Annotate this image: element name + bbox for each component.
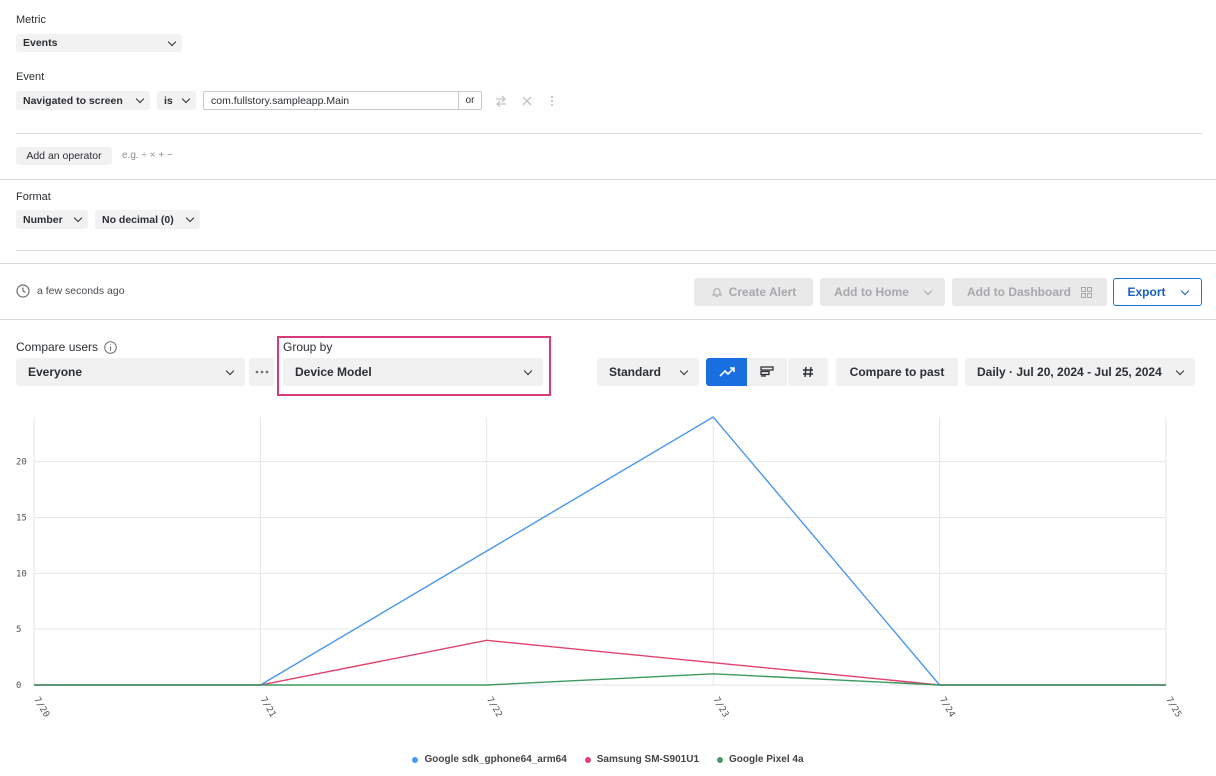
event-value-text: com.fullstory.sampleapp.Main <box>211 94 350 107</box>
legend-dot-icon <box>412 756 419 763</box>
event-label: Event <box>16 71 45 83</box>
group-by-label: Group by <box>283 340 333 354</box>
add-operator-button[interactable]: Add an operator <box>16 147 112 165</box>
y-tick-label: 15 <box>16 514 27 524</box>
chevron-down-icon <box>73 213 83 223</box>
legend-label: Google Pixel 4a <box>729 754 804 765</box>
bar-chart-icon <box>760 366 774 377</box>
line-chart: 0 5 10 15 20 7/20 7/21 7/22 7/23 7/24 7/25 <box>16 416 1183 720</box>
chevron-down-icon <box>923 286 933 295</box>
chevron-down-icon <box>181 94 191 104</box>
create-alert-button[interactable]: Create Alert <box>694 278 813 306</box>
x-tick-label: 7/25 <box>1163 696 1183 720</box>
series-line <box>34 639 1166 686</box>
swap-icon[interactable] <box>495 95 507 107</box>
date-range-select[interactable]: Daily · Jul 20, 2024 - Jul 25, 2024 <box>965 358 1195 386</box>
compare-to-past-button[interactable]: Compare to past <box>836 358 958 386</box>
series-line <box>34 673 1166 686</box>
export-label: Export <box>1127 285 1166 299</box>
add-to-home-button[interactable]: Add to Home <box>820 278 945 306</box>
format-decimals-value: No decimal (0) <box>102 213 174 226</box>
y-tick-label: 20 <box>16 458 27 468</box>
line-chart-toggle[interactable] <box>706 358 747 386</box>
format-type-value: Number <box>23 213 63 226</box>
x-tick-label: 7/21 <box>258 696 278 720</box>
format-decimals-select[interactable]: No decimal (0) <box>95 210 200 229</box>
legend-item[interactable]: Google sdk_gphone64_arm64 <box>412 754 567 765</box>
add-to-home-label: Add to Home <box>834 285 909 299</box>
compare-more-button[interactable] <box>249 358 274 386</box>
grid-icon <box>1081 286 1092 298</box>
chevron-down-icon <box>1180 286 1189 295</box>
y-tick-label: 10 <box>16 569 27 579</box>
compare-users-select[interactable]: Everyone <box>16 358 245 386</box>
updated-timestamp: a few seconds ago <box>37 285 125 297</box>
chevron-down-icon <box>1175 366 1185 375</box>
format-type-select[interactable]: Number <box>16 210 88 229</box>
event-value-input[interactable]: com.fullstory.sampleapp.Main <box>203 91 459 110</box>
or-button[interactable]: or <box>458 91 482 110</box>
legend-dot-icon <box>584 756 591 763</box>
x-tick-label: 7/22 <box>484 696 504 720</box>
series-line <box>34 416 1166 686</box>
more-vertical-icon[interactable] <box>549 95 555 107</box>
event-type-value: Navigated to screen <box>23 94 123 107</box>
more-horizontal-icon <box>255 370 268 374</box>
event-operator-select[interactable]: is <box>157 91 196 110</box>
chevron-down-icon <box>225 366 235 375</box>
divider <box>0 263 1216 264</box>
mode-value: Standard <box>609 365 662 379</box>
event-type-select[interactable]: Navigated to screen <box>16 91 150 110</box>
chevron-down-icon <box>135 94 145 104</box>
legend-item[interactable]: Google Pixel 4a <box>717 754 804 765</box>
operator-hint: e.g. ÷ × + − <box>122 150 173 161</box>
divider <box>0 319 1216 320</box>
legend-label: Samsung SM-S901U1 <box>596 754 700 765</box>
legend-item[interactable]: Samsung SM-S901U1 <box>584 754 700 765</box>
number-toggle[interactable] <box>788 358 828 386</box>
compare-users-label-row: Compare users <box>16 340 117 354</box>
metric-select[interactable]: Events <box>16 34 182 52</box>
y-tick-label: 0 <box>16 681 21 691</box>
chevron-down-icon <box>167 37 177 46</box>
date-range-value: Daily · Jul 20, 2024 - Jul 25, 2024 <box>977 365 1162 379</box>
add-operator-label: Add an operator <box>26 150 102 162</box>
format-label: Format <box>16 191 51 203</box>
divider <box>0 179 1216 180</box>
x-tick-label: 7/20 <box>31 696 51 720</box>
close-icon[interactable] <box>522 96 532 106</box>
compare-to-past-label: Compare to past <box>849 365 945 379</box>
chevron-down-icon <box>679 366 689 375</box>
divider <box>16 133 1202 134</box>
group-by-value: Device Model <box>295 365 372 379</box>
metric-label: Metric <box>16 14 46 26</box>
chevron-down-icon <box>185 213 195 223</box>
create-alert-label: Create Alert <box>728 285 797 299</box>
event-operator-value: is <box>164 94 173 107</box>
group-by-select[interactable]: Device Model <box>283 358 543 386</box>
chevron-down-icon <box>523 366 533 375</box>
divider <box>16 250 1216 251</box>
info-icon[interactable] <box>104 340 117 354</box>
legend-dot-icon <box>717 756 724 763</box>
hash-icon <box>803 366 813 378</box>
compare-users-value: Everyone <box>28 365 83 379</box>
metric-value: Events <box>23 37 58 49</box>
bar-chart-toggle[interactable] <box>747 358 787 386</box>
clock-icon <box>16 284 30 298</box>
or-label: or <box>465 95 475 106</box>
x-tick-label: 7/23 <box>711 696 731 720</box>
add-to-dashboard-label: Add to Dashboard <box>967 285 1071 299</box>
trend-line-icon <box>718 367 735 377</box>
bell-icon <box>711 288 723 298</box>
export-button[interactable]: Export <box>1113 278 1202 306</box>
y-tick-label: 5 <box>16 625 21 635</box>
compare-users-label: Compare users <box>16 340 99 354</box>
mode-select[interactable]: Standard <box>597 358 699 386</box>
x-tick-label: 7/24 <box>937 696 957 720</box>
add-to-dashboard-button[interactable]: Add to Dashboard <box>952 278 1107 306</box>
legend-label: Google sdk_gphone64_arm64 <box>424 754 567 765</box>
chart-legend: Google sdk_gphone64_arm64 Samsung SM-S901… <box>0 754 1216 765</box>
